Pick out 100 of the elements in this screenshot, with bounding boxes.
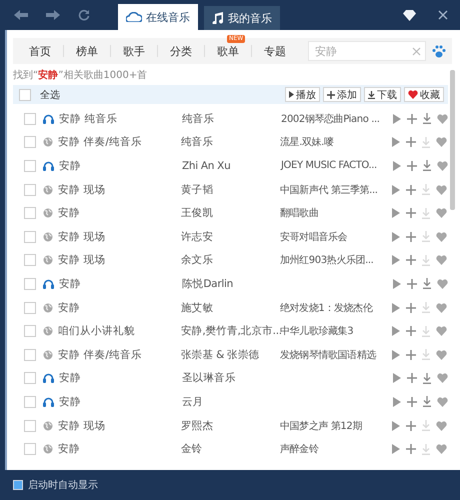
download-icon[interactable] <box>423 160 431 172</box>
plus-icon[interactable] <box>406 350 416 360</box>
diamond-icon[interactable] <box>403 10 416 20</box>
song-title[interactable]: 安静 现场 <box>58 253 181 268</box>
checkbox[interactable] <box>19 88 31 100</box>
song-title[interactable]: 安静 纯音乐 <box>59 112 182 126</box>
plus-icon[interactable] <box>407 114 417 124</box>
nav-item[interactable]: 专题 <box>252 44 298 58</box>
heart-icon[interactable] <box>436 208 447 218</box>
plus-icon[interactable] <box>407 278 417 289</box>
checkbox[interactable] <box>24 160 36 172</box>
action-button[interactable]: 下载 <box>364 87 401 102</box>
back-icon[interactable] <box>14 10 28 20</box>
artist-name[interactable]: Zhi An Xu <box>182 160 281 172</box>
plus-icon[interactable] <box>406 184 416 195</box>
plus-icon[interactable] <box>407 160 417 171</box>
checkbox[interactable] <box>24 372 36 384</box>
heart-icon[interactable] <box>437 373 448 384</box>
song-title[interactable]: 安静 <box>58 300 181 315</box>
play-icon[interactable] <box>393 373 401 384</box>
checkbox[interactable] <box>24 136 36 148</box>
refresh-icon[interactable] <box>78 9 90 21</box>
heart-icon[interactable] <box>436 350 447 360</box>
play-icon[interactable] <box>392 232 400 242</box>
plus-icon[interactable] <box>406 420 416 431</box>
nav-item[interactable]: 分类 <box>158 44 204 58</box>
song-title[interactable]: 安静 现场 <box>58 418 181 433</box>
album-name[interactable]: 中国梦之声 第12期 <box>280 420 362 432</box>
plus-icon[interactable] <box>406 302 416 313</box>
checkbox[interactable] <box>24 230 36 243</box>
plus-icon[interactable] <box>406 255 416 266</box>
download-icon[interactable] <box>423 113 431 124</box>
artist-name[interactable]: 余文乐 <box>181 253 280 268</box>
heart-icon[interactable] <box>437 396 448 407</box>
action-button[interactable]: 添加 <box>323 87 361 102</box>
artist-name[interactable]: 施艾敏 <box>181 300 280 315</box>
checkbox[interactable] <box>24 112 36 125</box>
song-title[interactable]: 安静 现场 <box>58 230 181 244</box>
checkbox[interactable] <box>24 348 36 361</box>
checkbox[interactable] <box>24 302 36 314</box>
checkbox[interactable] <box>24 254 36 266</box>
song-title[interactable]: 安静 <box>59 371 182 386</box>
album-name[interactable]: 2002钢琴恋曲Piano ... <box>281 114 380 125</box>
play-icon[interactable] <box>393 114 401 124</box>
play-icon[interactable] <box>392 326 400 336</box>
heart-icon[interactable] <box>436 137 447 148</box>
nav-item[interactable]: 歌单 <box>205 44 251 58</box>
nav-item[interactable]: 歌手 <box>111 44 157 58</box>
download-icon[interactable] <box>423 278 431 290</box>
play-icon[interactable] <box>392 302 400 313</box>
plus-icon[interactable] <box>406 137 416 148</box>
song-title[interactable]: 安静 伴奏/纯音乐 <box>58 135 181 150</box>
clear-icon[interactable] <box>412 46 421 56</box>
heart-icon[interactable] <box>436 232 447 242</box>
play-icon[interactable] <box>392 255 400 266</box>
song-title[interactable]: 安静 伴奏/纯音乐 <box>58 348 181 362</box>
play-icon[interactable] <box>393 278 401 289</box>
plus-icon[interactable] <box>406 444 416 454</box>
song-title[interactable]: 咱们从小讲礼貌 <box>58 324 181 338</box>
checkbox[interactable] <box>24 420 36 432</box>
scrollbar-thumb[interactable] <box>450 70 455 210</box>
artist-name[interactable]: 纯音乐 <box>181 135 280 150</box>
paw-icon[interactable] <box>432 44 446 58</box>
heart-icon[interactable] <box>436 255 447 266</box>
heart-icon[interactable] <box>436 444 447 454</box>
heart-icon[interactable] <box>437 114 448 124</box>
artist-name[interactable]: 王俊凯 <box>181 206 280 220</box>
song-title[interactable]: 安静 <box>59 276 182 291</box>
artist-name[interactable]: 纯音乐 <box>182 112 281 126</box>
song-title[interactable]: 安静 <box>58 206 181 220</box>
album-name[interactable]: 发烧钢琴情歌国语精选 <box>280 350 376 361</box>
play-icon[interactable] <box>393 396 401 407</box>
checkbox[interactable] <box>24 184 36 196</box>
album-name[interactable]: JOEY MUSIC FACTO... <box>281 160 377 172</box>
nav-item[interactable]: 榜单 <box>64 44 110 58</box>
plus-icon[interactable] <box>407 396 417 407</box>
forward-icon[interactable] <box>46 10 60 20</box>
artist-name[interactable]: 金铃 <box>181 442 280 456</box>
artist-name[interactable]: 许志安 <box>181 230 280 244</box>
artist-name[interactable]: 张崇基 & 张崇德 <box>181 348 280 362</box>
checkbox[interactable] <box>24 278 36 290</box>
artist-name[interactable]: 圣以琳音乐 <box>182 371 281 386</box>
heart-icon[interactable] <box>436 302 447 313</box>
heart-icon[interactable] <box>436 420 447 431</box>
nav-item[interactable]: 首页 <box>17 44 63 58</box>
album-name[interactable]: 安哥对唱音乐会 <box>280 232 348 243</box>
song-title[interactable]: 安静 现场 <box>58 182 181 197</box>
play-icon[interactable] <box>392 444 400 454</box>
artist-name[interactable]: 黄子韬 <box>181 182 280 197</box>
play-icon[interactable] <box>393 160 401 171</box>
artist-name[interactable]: 云月 <box>182 394 281 409</box>
checkbox[interactable] <box>24 443 36 456</box>
album-name[interactable]: 中国新声代 第三季第... <box>280 184 378 196</box>
album-name[interactable]: 中华儿歌珍藏集3 <box>280 326 354 338</box>
artist-name[interactable]: 陈悦Darlin <box>182 276 281 291</box>
play-icon[interactable] <box>392 137 400 148</box>
action-button[interactable]: 播放 <box>285 87 320 102</box>
song-title[interactable]: 安静 <box>59 394 182 409</box>
artist-name[interactable]: 罗熙杰 <box>181 418 280 433</box>
song-title[interactable]: 安静 <box>58 442 181 456</box>
